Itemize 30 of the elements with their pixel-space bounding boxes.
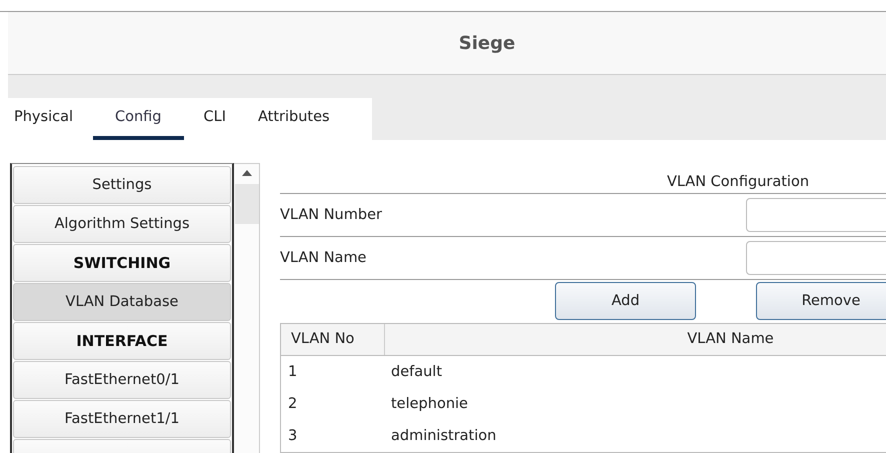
- add-button[interactable]: Add: [555, 282, 696, 320]
- sidebar-button[interactable]: FastEthernet1/1: [13, 400, 231, 438]
- sidebar-button[interactable]: Settings: [13, 166, 231, 204]
- scroll-thumb[interactable]: [234, 184, 258, 224]
- scrollbar[interactable]: [234, 163, 260, 453]
- tab[interactable]: CLI: [192, 98, 238, 140]
- table-cell-text: 1: [287, 364, 298, 380]
- table-cell: default: [391, 364, 442, 380]
- sidebar-button[interactable]: VLAN Database: [13, 283, 231, 321]
- input-field[interactable]: [746, 198, 886, 232]
- input-field[interactable]: [746, 241, 886, 275]
- table-cell-text: 3: [287, 428, 298, 444]
- field-label: VLAN Name: [280, 250, 366, 266]
- sidebar-header: INTERFACE: [13, 322, 231, 360]
- tab[interactable]: Config: [92, 98, 184, 140]
- tab[interactable]: Attributes: [246, 98, 342, 140]
- remove-button[interactable]: Remove: [756, 282, 886, 320]
- column-header[interactable]: VLAN Name: [385, 324, 886, 355]
- table-cell-text: 2: [287, 396, 298, 412]
- scroll-up-icon[interactable]: [242, 170, 252, 176]
- tab[interactable]: Physical: [8, 98, 85, 140]
- field-label: VLAN Number: [280, 207, 382, 223]
- sidebar-button[interactable]: FastEthernet0/1: [13, 361, 231, 399]
- window-title: Siege: [458, 32, 516, 54]
- table-cell: administration: [391, 428, 496, 444]
- sidebar-header: SWITCHING: [13, 244, 231, 282]
- section-title: VLAN Configuration: [280, 163, 886, 194]
- table-cell: telephonie: [391, 396, 468, 412]
- column-header[interactable]: VLAN No: [281, 324, 385, 355]
- sidebar-button[interactable]: Algorithm Settings: [13, 205, 231, 243]
